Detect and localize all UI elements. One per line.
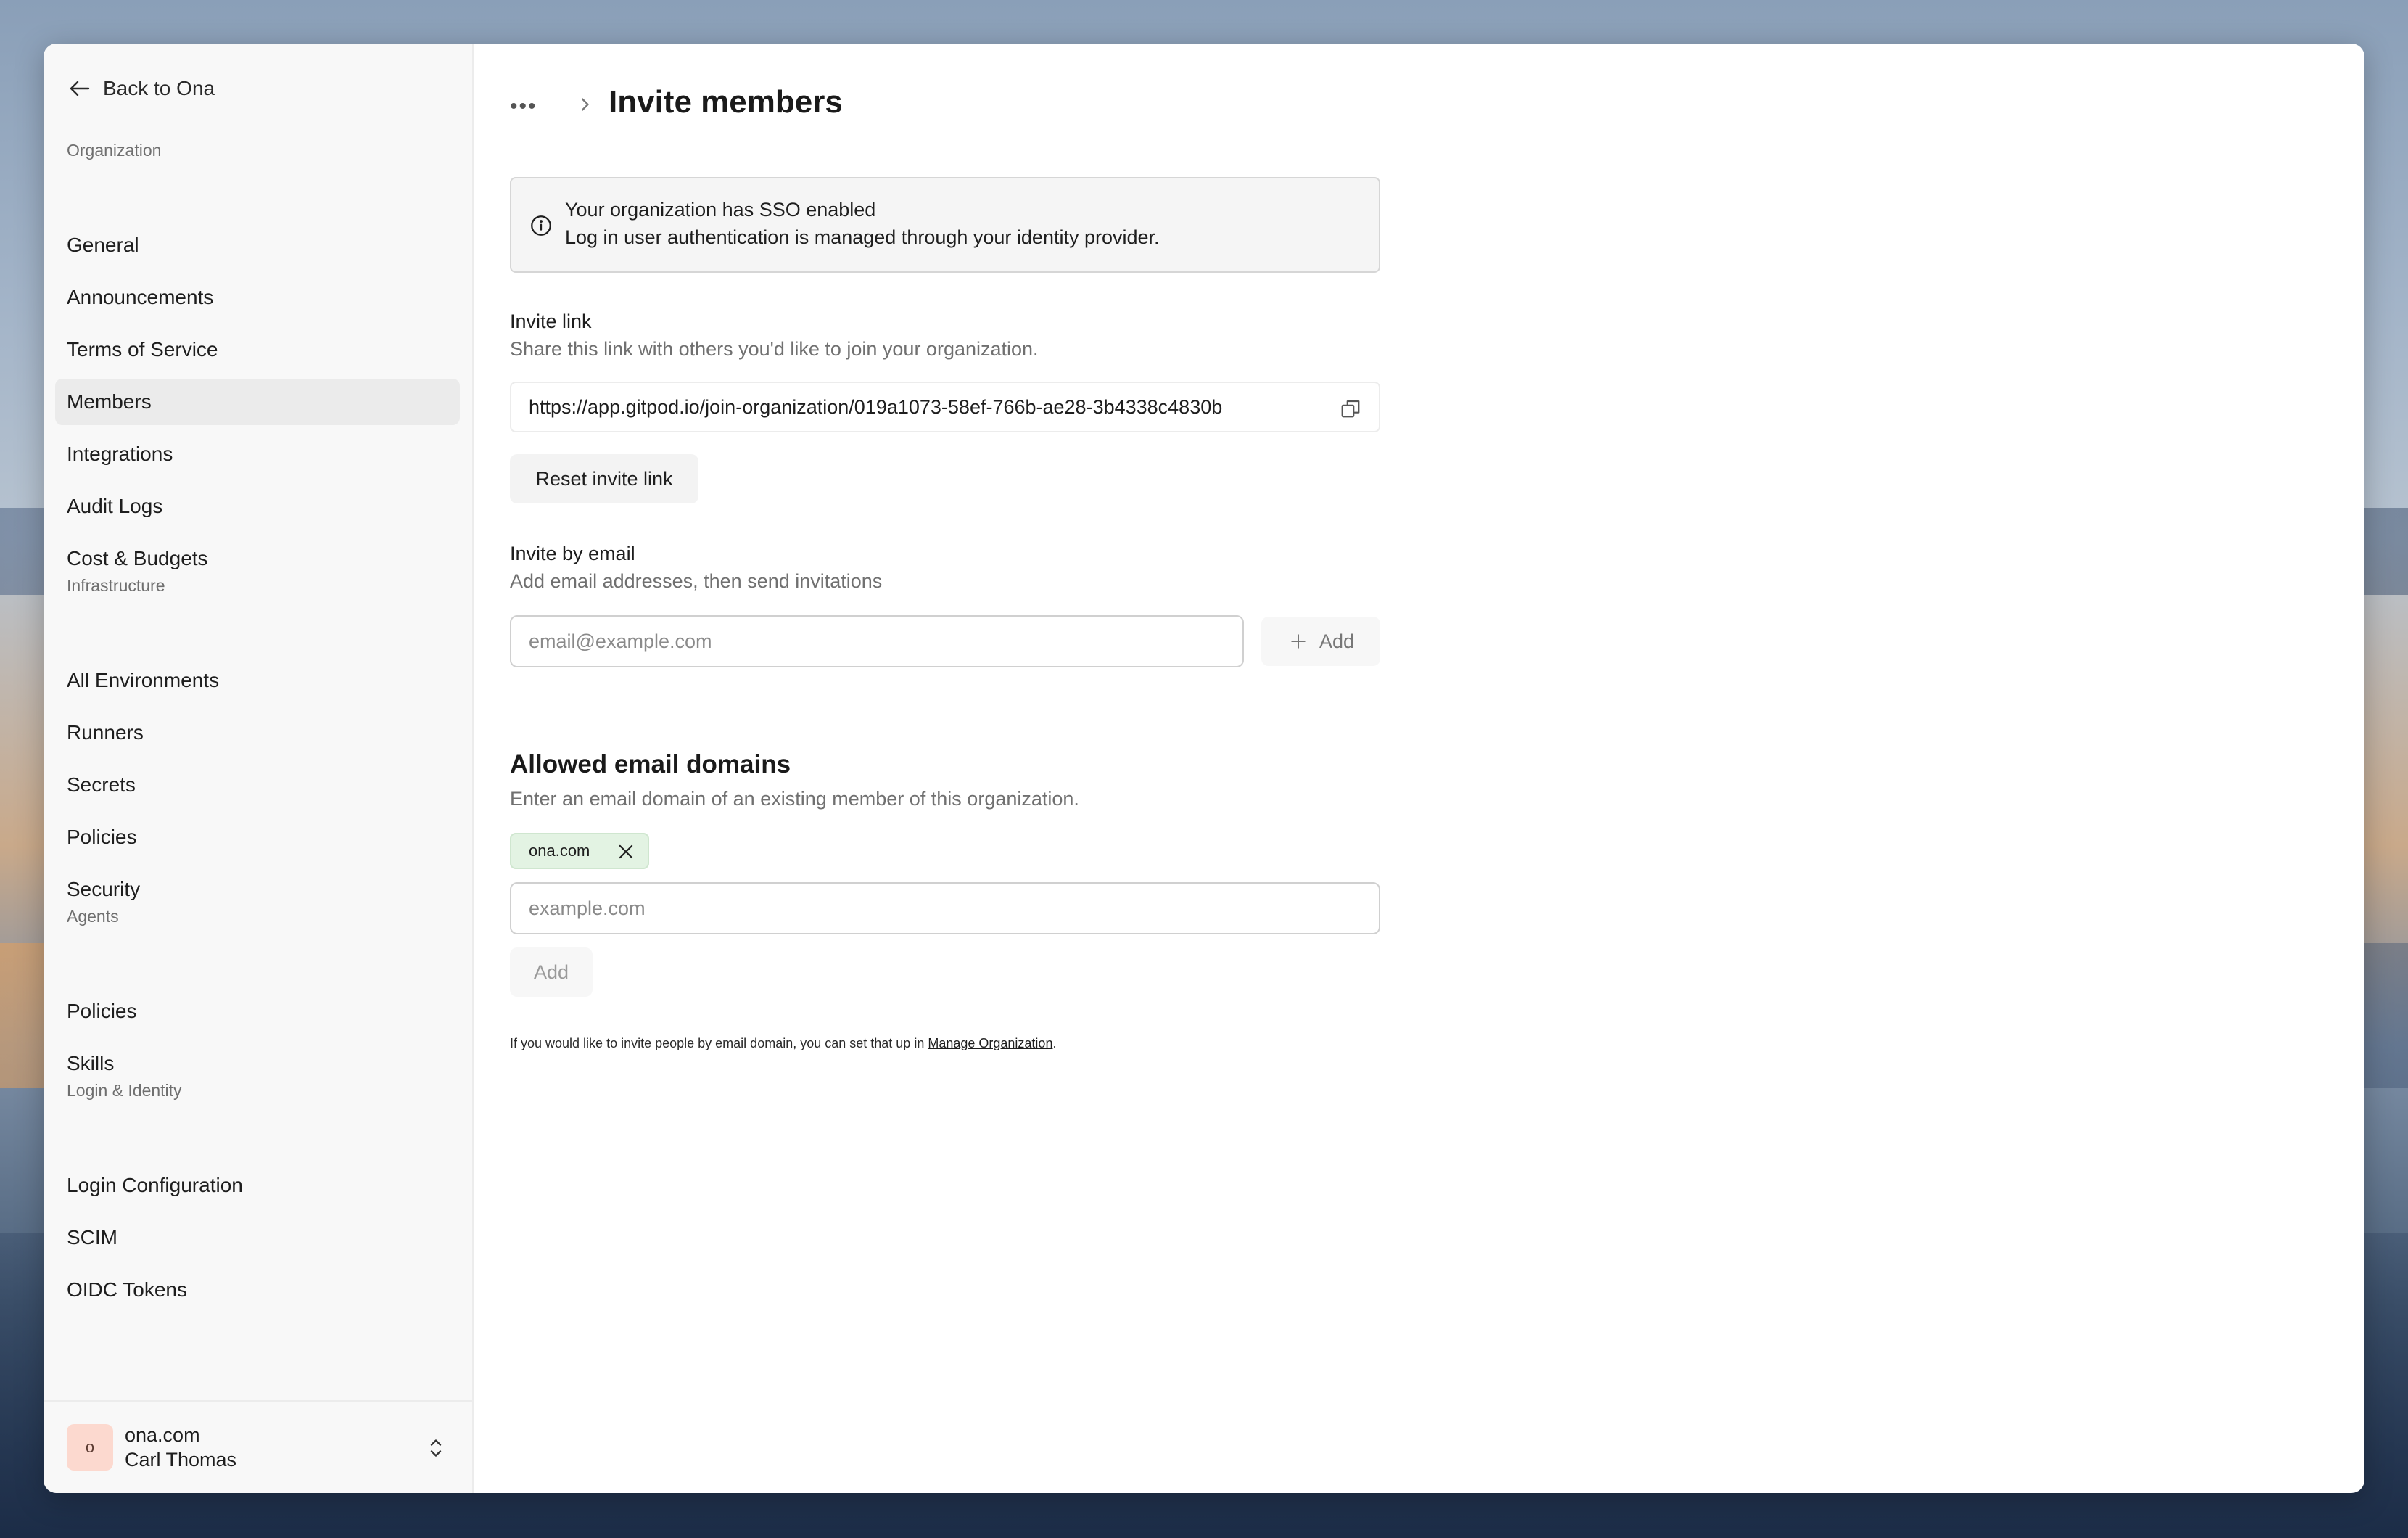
- sidebar-item-terms-of-service[interactable]: Terms of Service: [55, 326, 460, 373]
- sidebar-item-scim[interactable]: SCIM: [55, 1214, 460, 1261]
- chevron-right-icon: [581, 98, 589, 111]
- settings-window: Back to Ona Organization General Announc…: [44, 44, 2364, 1493]
- arrow-left-icon: [70, 81, 90, 96]
- allowed-domains-heading: Allowed email domains: [510, 750, 791, 778]
- page-title: Invite members: [609, 84, 843, 120]
- sidebar-item-agent-policies[interactable]: Policies: [55, 988, 460, 1035]
- plus-icon: [1291, 634, 1306, 649]
- domain-chip: ona.com: [510, 833, 649, 869]
- email-input[interactable]: [510, 615, 1244, 667]
- manage-organization-link[interactable]: Manage Organization: [928, 1036, 1052, 1050]
- domain-chip-label: ona.com: [529, 842, 590, 860]
- sidebar-item-runners[interactable]: Runners: [55, 710, 460, 756]
- invite-link-helper: Share this link with others you'd like t…: [510, 338, 1039, 360]
- sidebar-item-security[interactable]: Security: [55, 866, 460, 913]
- add-email-button[interactable]: Add: [1261, 617, 1380, 666]
- invite-link-url: https://app.gitpod.io/join-organization/…: [529, 396, 1223, 418]
- user-name: Carl Thomas: [125, 1449, 237, 1471]
- footnote: If you would like to invite people by em…: [510, 1036, 1056, 1051]
- invite-email-helper: Add email addresses, then send invitatio…: [510, 570, 883, 592]
- sidebar-item-cost-budgets[interactable]: Cost & Budgets: [55, 535, 460, 582]
- org-name: ona.com: [125, 1424, 200, 1446]
- sidebar-item-general[interactable]: General: [55, 222, 460, 268]
- add-email-label: Add: [1319, 630, 1355, 652]
- chevron-up-down-icon[interactable]: [426, 1435, 446, 1461]
- back-link[interactable]: Back to Ona: [67, 75, 215, 102]
- sidebar-item-oidc-tokens[interactable]: OIDC Tokens: [55, 1267, 460, 1313]
- copy-icon[interactable]: [1338, 396, 1363, 421]
- sidebar: Back to Ona Organization General Announc…: [44, 44, 474, 1493]
- sidebar-item-secrets[interactable]: Secrets: [55, 762, 460, 808]
- domain-input[interactable]: [510, 882, 1380, 934]
- avatar: o: [67, 1424, 113, 1471]
- org-switcher[interactable]: o ona.com Carl Thomas: [44, 1400, 472, 1493]
- add-domain-button[interactable]: Add: [510, 947, 593, 997]
- reset-invite-link-button[interactable]: Reset invite link: [510, 454, 698, 503]
- close-icon[interactable]: [616, 842, 636, 862]
- invite-link-label: Invite link: [510, 311, 592, 332]
- sidebar-item-policies[interactable]: Policies: [55, 814, 460, 860]
- sidebar-item-skills[interactable]: Skills: [55, 1040, 460, 1087]
- back-link-label: Back to Ona: [103, 77, 215, 99]
- breadcrumb-more-button[interactable]: •••: [510, 94, 537, 119]
- section-label-infrastructure: Infrastructure: [67, 576, 165, 595]
- org-info: ona.com Carl Thomas: [125, 1423, 236, 1472]
- section-label-agents: Agents: [67, 907, 119, 926]
- alert-text: Log in user authentication is managed th…: [565, 226, 1160, 248]
- section-label-login-identity: Login & Identity: [67, 1081, 182, 1100]
- footnote-text: If you would like to invite people by em…: [510, 1036, 928, 1050]
- section-label-organization: Organization: [67, 141, 162, 160]
- alert-title: Your organization has SSO enabled: [565, 199, 876, 221]
- sso-alert: Your organization has SSO enabled Log in…: [510, 177, 1380, 273]
- info-icon: [531, 215, 551, 236]
- sidebar-item-audit-logs[interactable]: Audit Logs: [55, 483, 460, 530]
- sidebar-item-login-configuration[interactable]: Login Configuration: [55, 1162, 460, 1209]
- sidebar-item-members[interactable]: Members: [55, 379, 460, 425]
- sidebar-item-all-environments[interactable]: All Environments: [55, 657, 460, 704]
- footnote-end: .: [1052, 1036, 1057, 1050]
- allowed-domains-helper: Enter an email domain of an existing mem…: [510, 788, 1079, 810]
- invite-link-field[interactable]: https://app.gitpod.io/join-organization/…: [510, 382, 1380, 432]
- sidebar-item-announcements[interactable]: Announcements: [55, 274, 460, 321]
- invite-email-label: Invite by email: [510, 543, 635, 564]
- main-content: ••• Invite members Your organization has…: [474, 44, 2364, 1493]
- sidebar-item-integrations[interactable]: Integrations: [55, 431, 460, 477]
